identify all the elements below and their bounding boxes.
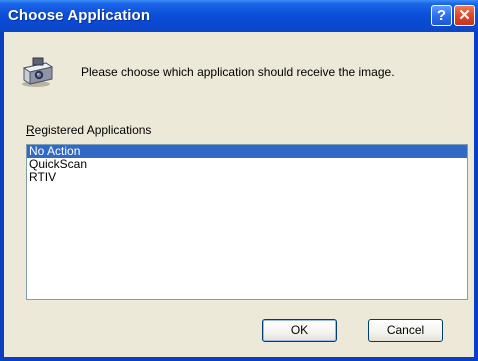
list-item-rtiv[interactable]: RTIV	[27, 171, 467, 184]
label-rest: egistered Applications	[34, 123, 152, 137]
list-item-no-action[interactable]: No Action	[27, 145, 467, 158]
title-bar[interactable]: Choose Application ? ✕	[0, 0, 478, 32]
scanner-camera-icon	[22, 57, 54, 87]
prompt-text: Please choose which application should r…	[81, 65, 395, 79]
help-icon: ?	[436, 7, 447, 24]
window-title: Choose Application	[8, 7, 151, 24]
choose-application-dialog: Choose Application ? ✕ Please choose whi…	[0, 0, 478, 361]
list-item-quickscan[interactable]: QuickScan	[27, 158, 467, 171]
cancel-button[interactable]: Cancel	[368, 319, 443, 342]
close-icon: ✕	[458, 7, 471, 24]
registered-applications-label: Registered Applications	[26, 123, 151, 137]
mnemonic-letter: R	[26, 123, 35, 137]
help-button[interactable]: ?	[431, 5, 452, 26]
dialog-body: Please choose which application should r…	[4, 32, 474, 357]
ok-button[interactable]: OK	[262, 319, 337, 342]
close-button[interactable]: ✕	[454, 5, 475, 26]
application-listbox[interactable]: No Action QuickScan RTIV	[26, 144, 468, 300]
